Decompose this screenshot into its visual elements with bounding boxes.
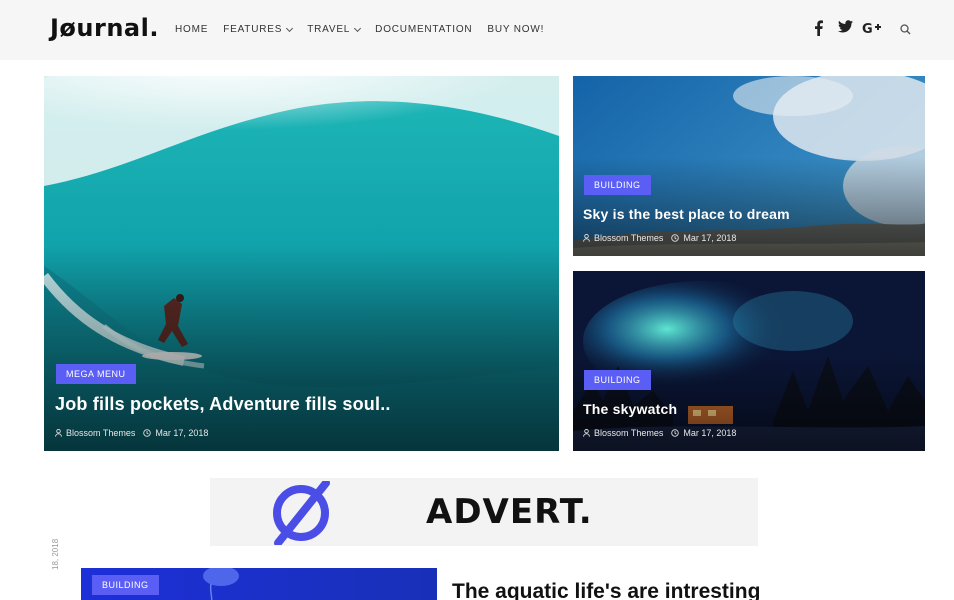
main-nav: HOME FEATURES TRAVEL DOCUMENTATION BUY N… — [175, 24, 559, 35]
clock-icon — [671, 429, 680, 437]
chevron-down-icon — [286, 24, 294, 32]
post-date: Mar 17, 2018 — [683, 233, 737, 243]
site-logo[interactable]: Jøurnal. — [50, 14, 159, 42]
category-badge[interactable]: BUILDING — [584, 370, 651, 390]
nav-label: FEATURES — [223, 24, 283, 35]
google-plus-icon[interactable]: G — [862, 21, 882, 35]
author-name: Blossom Themes — [594, 233, 664, 243]
author-meta[interactable]: Blossom Themes — [55, 428, 135, 438]
post-date: Mar 17, 2018 — [683, 428, 737, 438]
category-badge[interactable]: BUILDING — [92, 575, 159, 595]
nav-label: DOCUMENTATION — [375, 24, 473, 35]
date-meta: Mar 17, 2018 — [671, 428, 736, 438]
post-title[interactable]: Job fills pockets, Adventure fills soul.… — [55, 394, 391, 415]
nav-label: BUY NOW! — [487, 24, 545, 35]
post-title[interactable]: The skywatch — [583, 401, 677, 417]
post-title[interactable]: Sky is the best place to dream — [583, 206, 790, 222]
advert-logo-icon — [273, 481, 330, 545]
post-meta: Blossom Themes Mar 17, 2018 — [55, 428, 216, 438]
facebook-icon[interactable] — [814, 20, 823, 36]
date-meta: Mar 17, 2018 — [671, 233, 736, 243]
advert-banner[interactable]: ADVERT. — [210, 478, 758, 546]
side-post-card[interactable]: BUILDING Sky is the best place to dream … — [573, 76, 925, 256]
user-icon — [583, 429, 590, 437]
post-meta: Blossom Themes Mar 17, 2018 — [583, 233, 744, 243]
category-badge[interactable]: MEGA MENU — [56, 364, 136, 384]
nav-documentation[interactable]: DOCUMENTATION — [375, 24, 472, 35]
nav-travel[interactable]: TRAVEL — [307, 24, 362, 35]
date-meta: Mar 17, 2018 — [143, 428, 208, 438]
site-header: Jøurnal. HOME FEATURES TRAVEL DOCUMENTAT… — [0, 0, 954, 60]
author-meta[interactable]: Blossom Themes — [583, 428, 663, 438]
nav-home[interactable]: HOME — [175, 24, 208, 35]
post-date-vertical: 18, 2018 — [51, 538, 60, 570]
category-badge[interactable]: BUILDING — [584, 175, 651, 195]
post-meta: Blossom Themes Mar 17, 2018 — [583, 428, 744, 438]
clock-icon — [671, 234, 680, 242]
latest-post-title[interactable]: The aquatic life's are intresting — [452, 580, 760, 600]
chevron-down-icon — [354, 24, 362, 32]
author-name: Blossom Themes — [594, 428, 664, 438]
author-name: Blossom Themes — [66, 428, 136, 438]
latest-post-image[interactable]: BUILDING — [81, 568, 437, 600]
nav-label: TRAVEL — [307, 24, 351, 35]
image-overlay — [44, 244, 559, 451]
author-meta[interactable]: Blossom Themes — [583, 233, 663, 243]
nav-label: HOME — [175, 24, 209, 35]
nav-features[interactable]: FEATURES — [223, 24, 294, 35]
twitter-icon[interactable] — [838, 20, 853, 33]
nav-buy-now[interactable]: BUY NOW! — [487, 24, 544, 35]
user-icon — [55, 429, 62, 437]
search-icon[interactable] — [900, 24, 911, 35]
user-icon — [583, 234, 590, 242]
featured-post-card[interactable]: MEGA MENU Job fills pockets, Adventure f… — [44, 76, 559, 451]
clock-icon — [143, 429, 152, 437]
side-post-card[interactable]: BUILDING The skywatch Blossom Themes Mar… — [573, 271, 925, 451]
svg-text:G: G — [862, 22, 873, 35]
post-date: Mar 17, 2018 — [155, 428, 209, 438]
advert-text: ADVERT. — [426, 492, 593, 532]
